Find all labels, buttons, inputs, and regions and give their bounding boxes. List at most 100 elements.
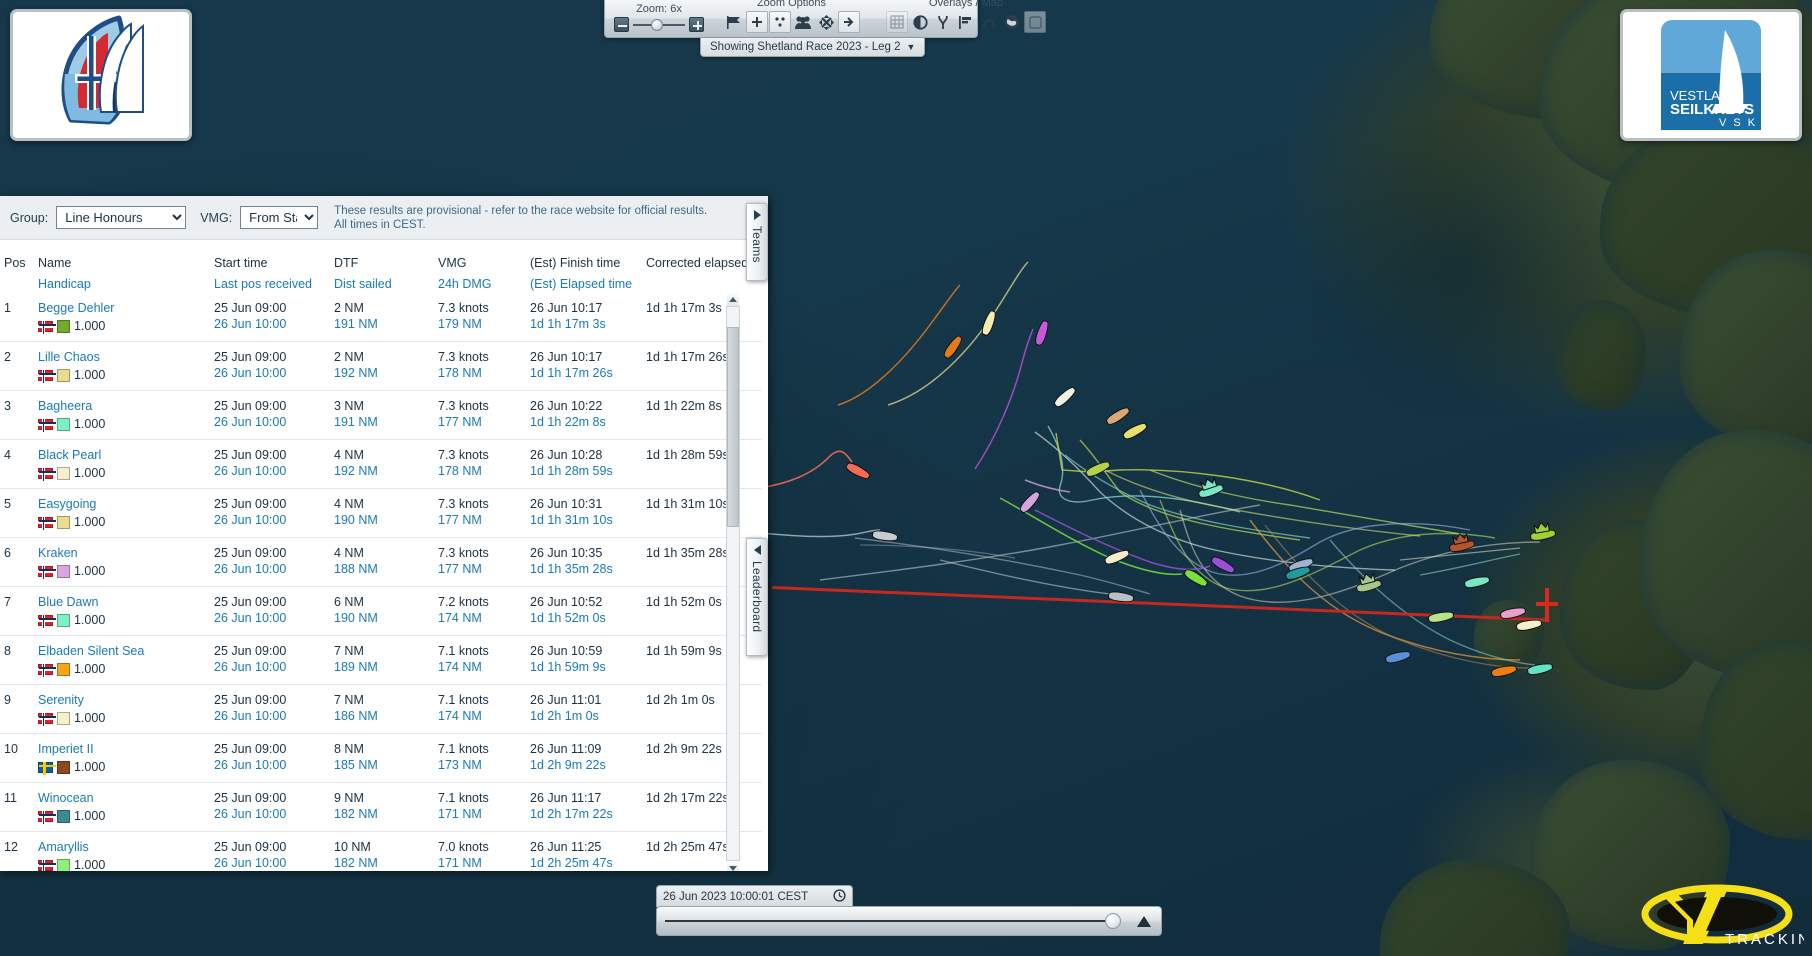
boat-color-swatch bbox=[57, 564, 70, 578]
boat-marker-lilac-trace[interactable] bbox=[1017, 488, 1043, 516]
flag-icon[interactable] bbox=[723, 11, 745, 33]
boat-name[interactable]: Winocean bbox=[38, 790, 206, 806]
globe-icon[interactable] bbox=[1001, 11, 1023, 33]
group-select[interactable]: Line Honours bbox=[56, 206, 187, 229]
boat-name[interactable]: Blue Dawn bbox=[38, 594, 206, 610]
track-icon[interactable]: 15 bbox=[978, 11, 1000, 33]
table-row[interactable]: 12 Amaryllis 1.000 25 Jun 09:00 26 Jun 10:00… bbox=[0, 831, 762, 871]
cell-name[interactable]: Lille Chaos 1.000 bbox=[34, 341, 210, 391]
table-row[interactable]: 3 Bagheera 1.000 25 Jun 09:00 26 Jun 10:00 3 … bbox=[0, 390, 762, 440]
table-row[interactable]: 5 Easygoing 1.000 25 Jun 09:00 26 Jun 10:00 4… bbox=[0, 488, 762, 538]
vmg-select[interactable]: From Start bbox=[240, 206, 319, 229]
time-slider-knob[interactable] bbox=[1105, 913, 1121, 929]
boat-name[interactable]: Lille Chaos bbox=[38, 349, 206, 365]
wind-flag-icon[interactable] bbox=[955, 11, 977, 33]
timestamp-display[interactable]: 26 Jun 2023 10:00:01 CEST bbox=[656, 885, 853, 907]
leaderboard-table-wrap[interactable]: Pos Name Handicap Start time Last pos receiv… bbox=[0, 240, 768, 871]
zoom-fit-icon[interactable] bbox=[769, 11, 791, 33]
clock-icon[interactable] bbox=[833, 888, 846, 905]
cell-name[interactable]: Blue Dawn 1.000 bbox=[34, 586, 210, 636]
grid-icon[interactable] bbox=[886, 11, 908, 33]
boat-name[interactable]: Elbaden Silent Sea bbox=[38, 643, 206, 659]
boat-marker-olive-trace[interactable] bbox=[1084, 458, 1112, 480]
boat-marker-magenta-trace[interactable] bbox=[1033, 319, 1051, 347]
play-icon[interactable] bbox=[1137, 915, 1151, 927]
boat-marker-green-trace[interactable] bbox=[1182, 566, 1210, 590]
cell-name[interactable]: Winocean 1.000 bbox=[34, 782, 210, 832]
boat-marker-rust-crown[interactable] bbox=[1448, 532, 1476, 554]
table-row[interactable]: 9 Serenity 1.000 25 Jun 09:00 26 Jun 10:00 7 … bbox=[0, 684, 762, 734]
scroll-down-arrow[interactable] bbox=[727, 861, 739, 871]
teams-tab[interactable]: Teams bbox=[746, 203, 768, 281]
zoom-slider-track[interactable] bbox=[633, 18, 685, 31]
cell-name[interactable]: Begge Dehler 1.000 bbox=[34, 293, 210, 342]
boat-name[interactable]: Serenity bbox=[38, 692, 206, 708]
column-header-vmg[interactable]: VMG 24h DMG bbox=[434, 240, 526, 293]
boat-marker-blue-trace[interactable] bbox=[1384, 649, 1412, 665]
scroll-up-arrow[interactable] bbox=[727, 292, 739, 306]
boat-name[interactable]: Black Pearl bbox=[38, 447, 206, 463]
cell-name[interactable]: Bagheera 1.000 bbox=[34, 390, 210, 440]
next-icon[interactable] bbox=[838, 11, 860, 33]
boat-name[interactable]: Imperiet II bbox=[38, 741, 206, 757]
leaderboard-scrollbar[interactable] bbox=[726, 292, 740, 871]
column-header-corrected-elapsed[interactable]: Corrected elapsed bbox=[642, 240, 762, 293]
boat-name[interactable]: Kraken bbox=[38, 545, 206, 561]
expand-icon[interactable] bbox=[815, 11, 837, 33]
boat-name[interactable]: Bagheera bbox=[38, 398, 206, 414]
time-slider[interactable] bbox=[656, 906, 1162, 936]
time-slider-track[interactable] bbox=[665, 913, 1121, 929]
table-row[interactable]: 11 Winocean 1.000 25 Jun 09:00 26 Jun 10:00 9… bbox=[0, 782, 762, 832]
map-toolbar[interactable]: Zoom: 6x Zoom Options Overlays / Map 15 bbox=[604, 0, 1046, 38]
boat-marker-seafoam-trace[interactable] bbox=[1463, 574, 1491, 590]
chevron-down-icon[interactable]: ▼ bbox=[907, 42, 916, 52]
zoom-slider[interactable] bbox=[609, 17, 709, 35]
column-header-pos[interactable]: Pos bbox=[0, 240, 34, 293]
fleet-icon[interactable] bbox=[792, 11, 814, 33]
cell-name[interactable]: Easygoing 1.000 bbox=[34, 488, 210, 538]
table-row[interactable]: 2 Lille Chaos 1.000 25 Jun 09:00 26 Jun 10:0… bbox=[0, 341, 762, 391]
table-row[interactable]: 4 Black Pearl 1.000 25 Jun 09:00 26 Jun 10:0… bbox=[0, 439, 762, 489]
zoom-slider-knob[interactable] bbox=[651, 18, 663, 31]
cell-name[interactable]: Amaryllis 1.000 bbox=[34, 831, 210, 871]
table-row[interactable]: 10 Imperiet II 1.000 25 Jun 09:00 26 Jun 10:… bbox=[0, 733, 762, 783]
contrast-icon[interactable] bbox=[909, 11, 931, 33]
zoom-in-button[interactable] bbox=[689, 17, 704, 32]
boat-marker-violet-trace[interactable] bbox=[1209, 554, 1237, 576]
boat-marker-salmon-trace[interactable] bbox=[844, 460, 872, 482]
zoom-in-icon[interactable] bbox=[746, 11, 768, 33]
boat-marker-yellow-trace[interactable] bbox=[1121, 420, 1149, 442]
column-header-start-time[interactable]: Start time Last pos received bbox=[210, 240, 330, 293]
boat-name[interactable]: Begge Dehler bbox=[38, 300, 206, 316]
boat-marker-palegreen-trace[interactable] bbox=[1427, 609, 1455, 625]
cell-name[interactable]: Imperiet II 1.000 bbox=[34, 733, 210, 783]
scrollbar-thumb[interactable] bbox=[727, 327, 739, 527]
table-row[interactable]: 7 Blue Dawn 1.000 25 Jun 09:00 26 Jun 10:00 6… bbox=[0, 586, 762, 636]
boat-marker-white-trace[interactable] bbox=[1051, 384, 1079, 410]
boat-marker-grey-trace[interactable] bbox=[871, 529, 899, 543]
cell-name[interactable]: Elbaden Silent Sea 1.000 bbox=[34, 635, 210, 685]
boat-marker-mint-crown[interactable] bbox=[1197, 476, 1225, 500]
table-row[interactable]: 6 Kraken 1.000 25 Jun 09:00 26 Jun 10:00 4 NM… bbox=[0, 537, 762, 587]
boat-marker-tan-trace[interactable] bbox=[1104, 404, 1132, 428]
race-selector[interactable]: Showing Shetland Race 2023 - Leg 2 ▼ bbox=[700, 38, 926, 57]
boat-marker-sage-crown[interactable] bbox=[1355, 572, 1383, 594]
cell-name[interactable]: Kraken 1.000 bbox=[34, 537, 210, 587]
blank-icon[interactable] bbox=[1024, 11, 1046, 33]
column-header-name[interactable]: Name Handicap bbox=[34, 240, 210, 293]
boat-marker-orange-trace[interactable] bbox=[941, 333, 965, 361]
leaderboard-tab[interactable]: Leaderboard bbox=[746, 538, 768, 656]
column-header-dtf[interactable]: DTF Dist sailed bbox=[330, 240, 434, 293]
cell-name[interactable]: Black Pearl 1.000 bbox=[34, 439, 210, 489]
table-row[interactable]: 8 Elbaden Silent Sea 1.000 25 Jun 09:00 26 J… bbox=[0, 635, 762, 685]
boat-marker-lime-crown[interactable] bbox=[1529, 521, 1557, 543]
column-header-est-finish-time[interactable]: (Est) Finish time (Est) Elapsed time bbox=[526, 240, 642, 293]
zoom-out-button[interactable] bbox=[614, 17, 629, 32]
fork-icon[interactable] bbox=[932, 11, 954, 33]
cell-name[interactable]: Serenity 1.000 bbox=[34, 684, 210, 734]
boat-marker-cream-trace[interactable] bbox=[979, 309, 999, 337]
boat-name[interactable]: Amaryllis bbox=[38, 839, 206, 855]
boat-name[interactable]: Easygoing bbox=[38, 496, 206, 512]
table-row[interactable]: 1 Begge Dehler 1.000 25 Jun 09:00 26 Jun 10:… bbox=[0, 293, 762, 342]
boat-marker-cream2-trace[interactable] bbox=[1103, 547, 1131, 567]
